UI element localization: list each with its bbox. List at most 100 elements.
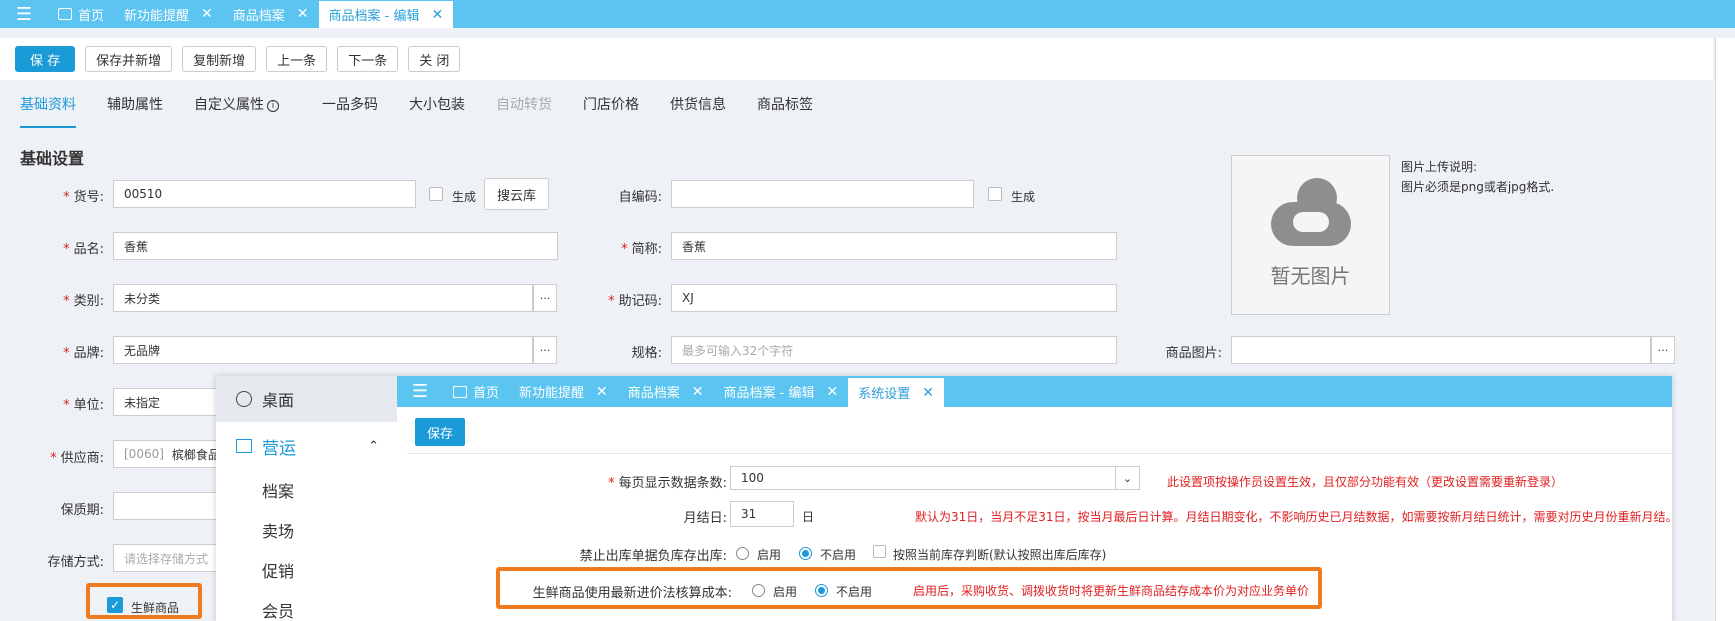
- fresh-cost-on-radio[interactable]: [752, 584, 765, 597]
- close-icon[interactable]: ✕: [201, 6, 213, 22]
- month-end-note: 默认为31日，当月不足31日，按当月最后日计算。月结日期变化，不影响历史已月结数…: [915, 510, 1678, 524]
- current-stock-label: 按照当前库存判断(默认按照出库后库存): [893, 548, 1107, 562]
- home-icon: [453, 385, 467, 398]
- home-icon: [58, 8, 72, 20]
- sidebar-item-member[interactable]: 会员: [216, 590, 397, 621]
- supplier-name: 槟榔食品: [171, 447, 220, 462]
- short-name-input[interactable]: 香蕉: [671, 232, 1117, 260]
- tab-new-features[interactable]: 新功能提醒 ✕: [509, 376, 618, 407]
- product-image-input[interactable]: [1231, 336, 1651, 364]
- tab-product-archive[interactable]: 商品档案 ✕: [223, 0, 319, 28]
- page-size-select[interactable]: 100: [730, 466, 1140, 490]
- copy-new-button[interactable]: 复制新增: [182, 46, 257, 72]
- self-code-input[interactable]: [671, 180, 974, 208]
- subtab-store-price[interactable]: 门店价格: [583, 94, 639, 128]
- prev-record-button[interactable]: 上一条: [266, 46, 328, 72]
- close-button[interactable]: 关 闭: [408, 46, 461, 72]
- fresh-cost-off-radio[interactable]: [815, 584, 828, 597]
- unit-label: * 单位:: [63, 398, 104, 413]
- close-icon[interactable]: ✕: [692, 384, 704, 400]
- upload-note: 图片必须是png或者jpg格式.: [1401, 180, 1555, 194]
- section-title: 基础设置: [20, 149, 85, 168]
- next-record-button[interactable]: 下一条: [337, 46, 399, 72]
- fresh-product-label: 生鲜商品: [131, 601, 180, 615]
- sidebar-item-archive[interactable]: 档案: [216, 470, 397, 510]
- radio-label: 不启用: [836, 585, 873, 599]
- sidebar-label: 桌面: [262, 391, 295, 410]
- image-placeholder[interactable]: 暂无图片: [1231, 155, 1390, 315]
- tab-label: 系统设置: [858, 387, 911, 402]
- sidebar-label: 营运: [262, 438, 296, 459]
- tab-label: 商品档案 - 编辑: [723, 386, 815, 401]
- chevron-down-icon[interactable]: ⌄: [1115, 466, 1139, 490]
- top-tab-bar: ☰ 首页 新功能提醒 ✕ 商品档案 ✕ 商品档案 - 编辑 ✕: [0, 0, 1735, 28]
- shelf-life-input[interactable]: [113, 492, 223, 520]
- category-label: * 类别:: [63, 294, 104, 309]
- tab-system-settings[interactable]: 系统设置 ✕: [848, 378, 944, 407]
- tab-product-archive[interactable]: 商品档案 ✕: [618, 376, 714, 407]
- close-icon[interactable]: ✕: [297, 6, 309, 22]
- tab-label: 新功能提醒: [519, 386, 585, 401]
- mnemonic-input[interactable]: XJ: [671, 284, 1117, 312]
- search-cloud-button[interactable]: 搜云库: [484, 178, 550, 210]
- spec-label: 规格:: [631, 346, 662, 361]
- negative-stock-off-radio[interactable]: [799, 547, 812, 560]
- storage-input[interactable]: 请选择存储方式: [113, 544, 223, 572]
- mnemonic-label: * 助记码:: [608, 294, 662, 309]
- tab-product-edit[interactable]: 商品档案 - 编辑 ✕: [318, 1, 454, 28]
- close-icon[interactable]: ✕: [826, 384, 838, 400]
- subtab-multi-code[interactable]: 一品多码: [322, 94, 378, 128]
- month-end-unit: 日: [802, 510, 815, 524]
- tab-new-features[interactable]: 新功能提醒 ✕: [114, 0, 223, 28]
- product-image-picker-button[interactable]: ···: [1651, 336, 1675, 364]
- info-icon: i: [267, 100, 279, 112]
- brand-input[interactable]: 无品牌: [113, 336, 533, 364]
- save-and-new-button[interactable]: 保存并新增: [85, 46, 173, 72]
- settings-save-button[interactable]: 保存: [415, 418, 466, 446]
- sidebar-item-promotion[interactable]: 促销: [216, 550, 397, 590]
- item-no-input[interactable]: 00510: [113, 180, 416, 208]
- sidebar-item-desktop[interactable]: 桌面: [216, 376, 397, 422]
- close-icon[interactable]: ✕: [922, 385, 934, 401]
- current-stock-checkbox[interactable]: [873, 545, 886, 558]
- subtab-custom[interactable]: 自定义属性 i: [194, 94, 279, 128]
- supplier-label: * 供应商:: [50, 451, 104, 466]
- fresh-cost-label: 生鲜商品使用最新进价法核算成本:: [532, 586, 732, 601]
- cloud-icon: [1270, 177, 1351, 246]
- sub-tabs: 基础资料 辅助属性 自定义属性 i 一品多码 大小包装 自动转货 门店价格 供货信…: [20, 94, 844, 128]
- tab-home[interactable]: 首页: [443, 376, 509, 407]
- supplier-code: [0060]: [124, 447, 164, 461]
- subtab-supply-info[interactable]: 供货信息: [670, 94, 726, 128]
- sidebar-group-operations[interactable]: 营运 ⌃: [216, 422, 397, 470]
- tab-product-edit[interactable]: 商品档案 - 编辑 ✕: [714, 376, 849, 407]
- supplier-input[interactable]: [0060] 槟榔食品: [113, 440, 223, 468]
- self-code-generate-checkbox[interactable]: [988, 187, 1002, 201]
- menu-toggle-icon[interactable]: ☰: [0, 0, 48, 28]
- save-button[interactable]: 保 存: [15, 46, 76, 72]
- month-end-label: 月结日:: [683, 511, 727, 526]
- subtab-packaging[interactable]: 大小包装: [409, 94, 465, 128]
- chevron-up-icon: ⌃: [368, 438, 379, 454]
- sidebar-item-store[interactable]: 卖场: [216, 510, 397, 550]
- subtab-product-tags[interactable]: 商品标签: [757, 94, 813, 128]
- subtab-basic[interactable]: 基础资料: [20, 94, 76, 128]
- tab-home[interactable]: 首页: [48, 0, 114, 28]
- brand-picker-button[interactable]: ···: [533, 336, 557, 364]
- category-input[interactable]: 未分类: [113, 284, 533, 312]
- product-image-label: 商品图片:: [1165, 346, 1222, 361]
- menu-toggle-icon[interactable]: ☰: [397, 376, 443, 407]
- scrollbar[interactable]: [1715, 38, 1735, 621]
- overlay-sidebar: 桌面 营运 ⌃ 档案 卖场 促销 会员: [216, 376, 397, 621]
- no-image-text: 暂无图片: [1270, 263, 1351, 288]
- subtab-aux[interactable]: 辅助属性: [107, 94, 163, 128]
- category-picker-button[interactable]: ···: [533, 284, 557, 312]
- negative-stock-on-radio[interactable]: [736, 547, 749, 560]
- close-icon[interactable]: ✕: [596, 384, 608, 400]
- month-end-input[interactable]: 31: [730, 501, 794, 527]
- spec-input[interactable]: 最多可输入32个字符: [671, 336, 1117, 364]
- fresh-product-checkbox[interactable]: ✓: [107, 597, 123, 613]
- close-icon[interactable]: ✕: [431, 7, 443, 23]
- name-input[interactable]: 香蕉: [113, 232, 558, 260]
- generate-checkbox[interactable]: [429, 187, 443, 201]
- unit-input[interactable]: 未指定: [113, 388, 223, 416]
